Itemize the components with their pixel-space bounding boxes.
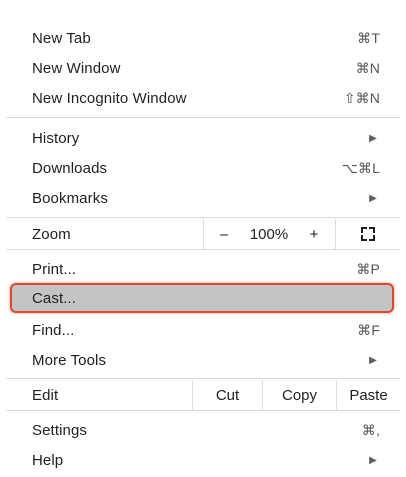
menu-item-label: Print... (32, 260, 77, 278)
menu-item-help[interactable]: Help ▶ (6, 445, 400, 475)
zoom-controls: – 100% + (203, 219, 335, 249)
cut-button[interactable]: Cut (193, 380, 262, 410)
menu-item-shortcut: ⌘P (356, 260, 380, 277)
chevron-right-icon: ▶ (369, 354, 377, 366)
menu-item-label: History (32, 129, 80, 147)
menu-item-label: New Tab (32, 29, 91, 47)
menu-item-shortcut: ⌥⌘L (341, 159, 380, 176)
menu-item-downloads[interactable]: Downloads ⌥⌘L (6, 153, 400, 183)
menu-item-print[interactable]: Print... ⌘P (6, 254, 400, 284)
zoom-in-button[interactable]: + (293, 219, 335, 249)
menu-item-label: Bookmarks (32, 189, 108, 207)
fullscreen-button[interactable] (336, 219, 400, 249)
menu-divider (6, 378, 400, 379)
menu-item-find[interactable]: Find... ⌘F (6, 315, 400, 345)
browser-menu: New Tab ⌘T New Window ⌘N New Incognito W… (6, 8, 400, 471)
chevron-right-icon: ▶ (369, 454, 377, 466)
menu-item-label: Cast... (32, 289, 77, 307)
menu-item-new-incognito-window[interactable]: New Incognito Window ⇧⌘N (6, 83, 400, 113)
menu-item-more-tools[interactable]: More Tools ▶ (6, 345, 400, 375)
menu-item-label: Help (32, 451, 64, 469)
menu-item-new-tab[interactable]: New Tab ⌘T (6, 23, 400, 53)
fullscreen-icon (361, 227, 375, 241)
menu-item-shortcut: ⌘, (361, 421, 380, 438)
menu-item-label: New Window (32, 59, 121, 77)
menu-divider (6, 410, 400, 411)
menu-item-label: Downloads (32, 159, 108, 177)
menu-item-new-window[interactable]: New Window ⌘N (6, 53, 400, 83)
copy-button[interactable]: Copy (263, 380, 336, 410)
menu-item-bookmarks[interactable]: Bookmarks ▶ (6, 183, 400, 213)
chevron-right-icon: ▶ (369, 192, 377, 204)
menu-item-shortcut: ⌘N (355, 59, 380, 76)
menu-item-shortcut: ⇧⌘N (343, 89, 380, 106)
chevron-right-icon: ▶ (369, 132, 377, 144)
zoom-out-button[interactable]: – (203, 219, 245, 249)
menu-divider (6, 117, 400, 118)
menu-item-label: Find... (32, 321, 75, 339)
menu-divider (6, 249, 400, 250)
menu-divider (6, 217, 400, 218)
menu-item-shortcut: ⌘T (357, 29, 380, 46)
menu-item-history[interactable]: History ▶ (6, 123, 400, 153)
menu-item-cast[interactable]: Cast... (6, 283, 400, 313)
menu-item-label: New Incognito Window (32, 89, 187, 107)
menu-item-shortcut: ⌘F (357, 321, 380, 338)
paste-button[interactable]: Paste (337, 380, 400, 410)
menu-item-settings[interactable]: Settings ⌘, (6, 415, 400, 445)
zoom-level: 100% (249, 225, 289, 243)
menu-item-label: Settings (32, 421, 87, 439)
menu-item-label: More Tools (32, 351, 107, 369)
